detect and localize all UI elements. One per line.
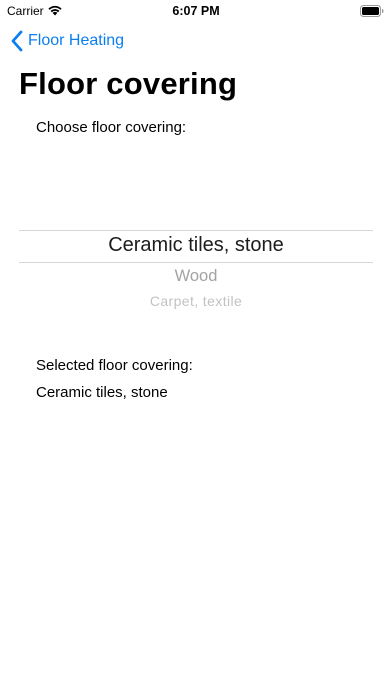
page-title: Floor covering [19, 66, 238, 101]
picker-option-carpet[interactable]: Carpet, textile [19, 293, 373, 309]
screen: Carrier 6:07 PM Floor Heating Floor cove… [0, 0, 392, 696]
picker-option-wood[interactable]: Wood [19, 267, 373, 286]
choose-floor-covering-label: Choose floor covering: [36, 119, 187, 136]
chevron-left-icon [11, 30, 23, 52]
picker-option-ceramic-tiles[interactable]: Ceramic tiles, stone [19, 234, 373, 257]
status-bar: Carrier 6:07 PM [0, 0, 392, 22]
selected-floor-covering-label: Selected floor covering: [36, 357, 193, 374]
clock: 6:07 PM [172, 4, 220, 18]
selected-floor-covering-value: Ceramic tiles, stone [36, 384, 168, 401]
battery-icon [360, 5, 384, 17]
back-button-label: Floor Heating [28, 32, 125, 49]
floor-covering-picker[interactable]: Ceramic tiles, stone Wood Carpet, textil… [19, 150, 373, 325]
back-button[interactable]: Floor Heating [10, 29, 124, 53]
